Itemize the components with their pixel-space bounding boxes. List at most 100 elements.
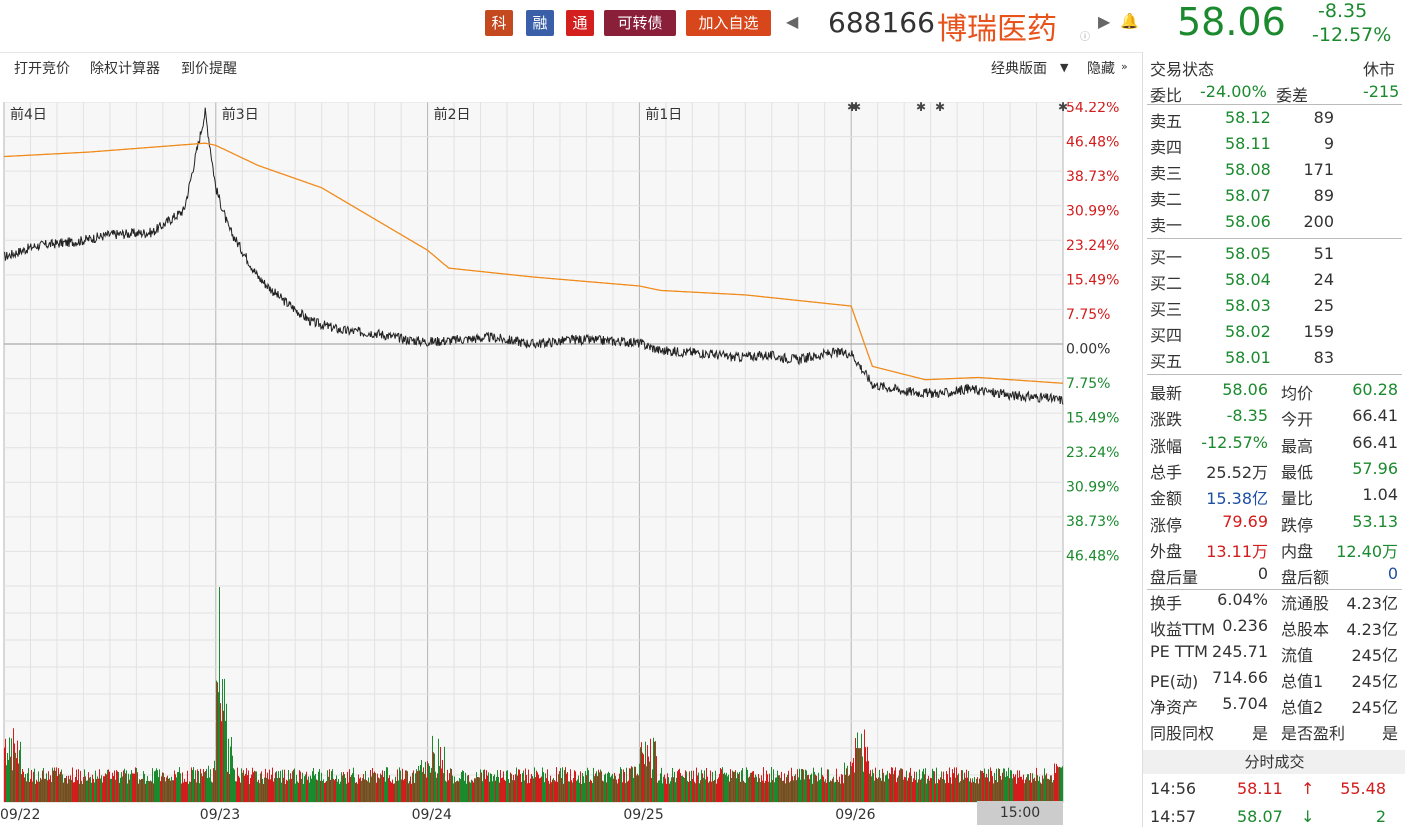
bids-price: 58.04 [1225,270,1271,289]
header-tag-2[interactable]: 通 [566,10,594,36]
fund-l1: 换手 [1150,594,1183,613]
fund-l2: 是否盈利 [1281,724,1346,743]
fund-l1: 同股同权 [1150,724,1215,743]
asks-vol: 9 [1323,134,1334,153]
divider [1147,374,1402,375]
axis-tick-label: 0.00% [1066,342,1110,358]
event-marker-icon: ✱ [916,102,926,114]
stat-label: 内盘 [1281,541,1314,561]
bids-vol: 51 [1313,244,1334,263]
stat-label: 金额 [1150,489,1183,509]
ticks-title: 分时成交 [1143,750,1405,774]
asks-label: 卖四 [1150,138,1183,157]
bids-price: 58.02 [1225,322,1271,341]
chevron-down-icon[interactable]: ▼ [1060,61,1068,74]
stat-label: 涨跌 [1150,410,1183,430]
axis-tick-label: 38.73% [1066,514,1119,530]
day-label: 前3日 [222,106,259,123]
date-label: 09/26 [835,807,875,823]
layout-select[interactable]: 经典版面 [991,58,1047,78]
fund-l2: 总值2 [1281,698,1324,717]
header-tag-0[interactable]: 科 [485,10,513,36]
axis-tick-label: 7.75% [1066,307,1110,323]
asks-price: 58.11 [1225,134,1271,153]
fund-l2: 总值1 [1281,672,1324,691]
asks-vol: 200 [1303,212,1334,231]
day-label: 前2日 [434,106,471,123]
stat-value: 57.96 [1352,458,1398,478]
event-marker-icon: ✱ [935,102,945,114]
weicha-value: -215 [1363,82,1400,101]
stat-label: 盘后量 [1150,568,1199,588]
tick-dir: ↑ [1301,779,1315,798]
day-label: 前4日 [10,106,47,123]
stat-label: 外盘 [1150,541,1183,561]
quote-panel: 交易状态 休市 委比 -24.00% 委差 -215 卖五 58.12 89 卖四 58… [1142,52,1405,827]
bids-price: 58.05 [1225,244,1271,263]
fund-v1: 714.66 [1212,668,1268,687]
header-tag-4[interactable]: 加入自选 [686,10,771,36]
date-label: 09/24 [412,807,452,823]
stat-value: 25.52万 [1206,462,1268,482]
axis-tick-label: 23.24% [1066,445,1119,461]
asks-vol: 89 [1313,186,1334,205]
tick-price: 58.07 [1237,807,1283,826]
axis-tick-label: 46.48% [1066,135,1119,151]
intraday-chart[interactable]: 54.22% 46.48% 38.73% 30.99% 23.24% 15.49% 7.75… [0,100,1140,827]
stat-value: 1.04 [1362,485,1398,505]
bids-label: 买三 [1150,300,1183,319]
next-stock-icon[interactable]: ▶ [1098,12,1110,31]
stat-value: 13.11万 [1206,541,1268,561]
header-tag-3[interactable]: 可转债 [604,10,676,36]
stat-value: 53.13 [1352,511,1398,531]
fund-l2: 流值 [1281,646,1314,665]
stat-value: 60.28 [1352,380,1398,399]
chart-svg: 54.22% 46.48% 38.73% 30.99% 23.24% 15.49% 7.75… [0,100,1119,823]
bids-vol: 83 [1313,348,1334,367]
asks-label: 卖一 [1150,216,1183,235]
bids-price: 58.03 [1225,296,1271,315]
fund-l2: 流通股 [1281,594,1330,613]
stock-name: 博瑞医药 [937,12,1057,47]
asks-label: 卖二 [1150,190,1183,209]
status-value: 休市 [1363,60,1396,79]
tick-vol: 2 [1375,807,1386,826]
stock-code: 688166 [828,6,935,39]
open-auction-button[interactable]: 打开竞价 [14,58,70,78]
bids-price: 58.01 [1225,348,1271,367]
axis-tick-label: 30.99% [1066,480,1119,496]
tick-dir: ↓ [1301,807,1315,826]
day-label: 前1日 [645,106,682,123]
bids-vol: 24 [1313,270,1334,289]
last-price: 58.06 [1177,0,1286,44]
stat-value: 66.41 [1352,406,1398,426]
header-tag-1[interactable]: 融 [526,10,554,36]
stat-value: 66.41 [1352,432,1398,452]
fund-v2: 245亿 [1351,698,1398,717]
hide-button[interactable]: 隐藏 [1087,58,1115,78]
ex-rights-calculator-button[interactable]: 除权计算器 [90,58,160,78]
stat-label: 涨停 [1150,515,1183,535]
fund-l1: PE TTM [1150,642,1208,661]
prev-stock-icon[interactable]: ◀ [786,12,798,31]
date-label: 09/23 [200,807,240,823]
axis-tick-label: 30.99% [1066,204,1119,220]
fund-l1: 收益TTM [1150,620,1216,639]
price-alert-button[interactable]: 到价提醒 [181,58,237,78]
double-chevron-right-icon[interactable]: » [1121,60,1128,73]
fund-v1: 5.704 [1222,694,1268,713]
event-marker-icon: ✱ [851,102,861,114]
info-icon[interactable]: ⓘ [1080,28,1090,43]
stat-label: 最新 [1150,384,1183,403]
status-label: 交易状态 [1150,60,1215,79]
axis-tick-label: 54.22% [1066,102,1119,116]
fund-v2: 245亿 [1351,672,1398,691]
axis-tick-label: 7.75% [1066,376,1110,392]
stat-label: 跌停 [1281,515,1314,535]
date-label: 09/22 [0,807,40,823]
fund-v1: 0.236 [1222,616,1268,635]
stat-label: 盘后额 [1281,568,1330,588]
bids-label: 买一 [1150,248,1183,267]
bell-icon[interactable]: 🔔 [1120,12,1139,30]
fund-v2: 245亿 [1351,646,1398,665]
